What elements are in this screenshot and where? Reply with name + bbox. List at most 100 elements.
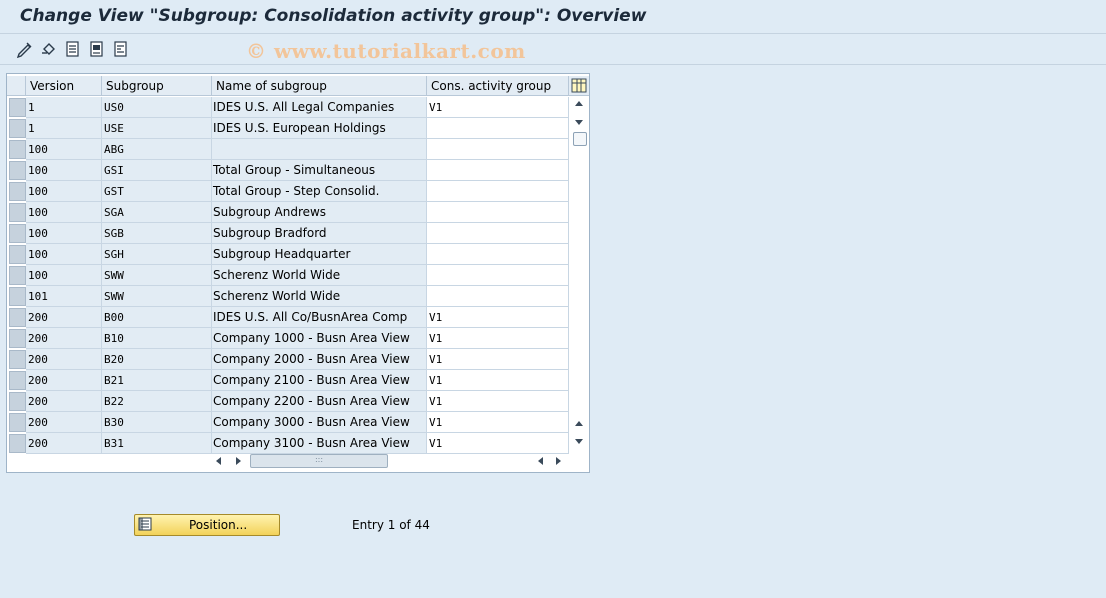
cell-subgroup[interactable]: GST bbox=[102, 181, 212, 202]
cell-version[interactable]: 100 bbox=[26, 139, 102, 160]
table-control: Version Subgroup Name of subgroup Cons. … bbox=[6, 73, 590, 473]
cell-subgroup[interactable]: SGA bbox=[102, 202, 212, 223]
column-header-subgroup[interactable]: Subgroup bbox=[102, 76, 212, 96]
cell-subgroup[interactable]: SGB bbox=[102, 223, 212, 244]
cell-cons-activity-group[interactable] bbox=[427, 139, 569, 160]
cell-subgroup[interactable]: GSI bbox=[102, 160, 212, 181]
scroll-left-icon[interactable] bbox=[216, 457, 221, 465]
row-selector[interactable] bbox=[9, 182, 26, 201]
cell-cons-activity-group[interactable] bbox=[427, 202, 569, 223]
cell-cons-activity-group[interactable] bbox=[427, 118, 569, 139]
cell-cons-activity-group[interactable]: V1 bbox=[427, 328, 569, 349]
cell-cons-activity-group[interactable] bbox=[427, 265, 569, 286]
row-selector[interactable] bbox=[9, 371, 26, 390]
cell-version[interactable]: 200 bbox=[26, 370, 102, 391]
row-selector[interactable] bbox=[9, 203, 26, 222]
cell-version[interactable]: 100 bbox=[26, 265, 102, 286]
change-display-icon[interactable] bbox=[15, 39, 35, 59]
cell-version[interactable]: 100 bbox=[26, 160, 102, 181]
select-block-icon[interactable] bbox=[87, 39, 107, 59]
cell-cons-activity-group[interactable] bbox=[427, 286, 569, 307]
table-settings-icon[interactable] bbox=[569, 76, 589, 96]
row-selector[interactable] bbox=[9, 287, 26, 306]
scroll-page-up-icon[interactable] bbox=[575, 421, 583, 426]
column-header-name[interactable]: Name of subgroup bbox=[212, 76, 427, 96]
undo-icon[interactable] bbox=[39, 39, 59, 59]
cell-name: Total Group - Step Consolid. bbox=[212, 181, 427, 202]
cell-version[interactable]: 200 bbox=[26, 412, 102, 433]
cell-version[interactable]: 100 bbox=[26, 244, 102, 265]
row-selector[interactable] bbox=[9, 140, 26, 159]
row-selector[interactable] bbox=[9, 161, 26, 180]
cell-subgroup[interactable]: B30 bbox=[102, 412, 212, 433]
row-selector[interactable] bbox=[9, 329, 26, 348]
cell-version[interactable]: 100 bbox=[26, 202, 102, 223]
row-selector[interactable] bbox=[9, 434, 26, 453]
cell-version[interactable]: 200 bbox=[26, 307, 102, 328]
cell-subgroup[interactable]: USE bbox=[102, 118, 212, 139]
row-selector[interactable] bbox=[9, 350, 26, 369]
cell-cons-activity-group[interactable]: V1 bbox=[427, 412, 569, 433]
cell-cons-activity-group[interactable]: V1 bbox=[427, 370, 569, 391]
row-selector[interactable] bbox=[9, 98, 26, 117]
watermark: © www.tutorialkart.com bbox=[246, 39, 526, 63]
cell-cons-activity-group[interactable] bbox=[427, 223, 569, 244]
select-all-header[interactable] bbox=[7, 76, 26, 96]
cell-version[interactable]: 200 bbox=[26, 391, 102, 412]
row-selector[interactable] bbox=[9, 245, 26, 264]
row-selector[interactable] bbox=[9, 413, 26, 432]
scroll-right-end-icon[interactable] bbox=[556, 457, 561, 465]
deselect-all-icon[interactable] bbox=[111, 39, 131, 59]
scroll-up-icon[interactable] bbox=[575, 101, 583, 106]
page-title: Change View "Subgroup: Consolidation act… bbox=[20, 6, 647, 26]
cell-subgroup[interactable]: B00 bbox=[102, 307, 212, 328]
cell-subgroup[interactable]: B21 bbox=[102, 370, 212, 391]
row-selector[interactable] bbox=[9, 392, 26, 411]
cell-subgroup[interactable]: ABG bbox=[102, 139, 212, 160]
row-selector[interactable] bbox=[9, 266, 26, 285]
cell-name: Subgroup Headquarter bbox=[212, 244, 427, 265]
select-all-icon[interactable] bbox=[63, 39, 83, 59]
scroll-left-end-icon[interactable] bbox=[538, 457, 543, 465]
scroll-down-icon[interactable] bbox=[575, 120, 583, 125]
cell-version[interactable]: 100 bbox=[26, 223, 102, 244]
cell-cons-activity-group[interactable]: V1 bbox=[427, 391, 569, 412]
cell-version[interactable]: 100 bbox=[26, 181, 102, 202]
cell-subgroup[interactable]: B31 bbox=[102, 433, 212, 454]
cell-subgroup[interactable]: US0 bbox=[102, 97, 212, 118]
cell-subgroup[interactable]: B10 bbox=[102, 328, 212, 349]
cell-version[interactable]: 200 bbox=[26, 328, 102, 349]
cell-cons-activity-group[interactable]: V1 bbox=[427, 307, 569, 328]
cell-version[interactable]: 200 bbox=[26, 349, 102, 370]
table-row: 200 B21 Company 2100 - Busn Area View V1 bbox=[7, 370, 569, 391]
cell-cons-activity-group[interactable]: V1 bbox=[427, 97, 569, 118]
cell-cons-activity-group[interactable] bbox=[427, 244, 569, 265]
position-button[interactable]: Position... bbox=[134, 514, 280, 536]
cell-version[interactable]: 1 bbox=[26, 118, 102, 139]
cell-cons-activity-group[interactable]: V1 bbox=[427, 433, 569, 454]
row-selector[interactable] bbox=[9, 308, 26, 327]
cell-cons-activity-group[interactable] bbox=[427, 160, 569, 181]
cell-name: Scherenz World Wide bbox=[212, 286, 427, 307]
table-row: 100 SWW Scherenz World Wide bbox=[7, 265, 569, 286]
table-row: 1 USE IDES U.S. European Holdings bbox=[7, 118, 569, 139]
cell-subgroup[interactable]: B20 bbox=[102, 349, 212, 370]
cell-subgroup[interactable]: B22 bbox=[102, 391, 212, 412]
cell-version[interactable]: 200 bbox=[26, 433, 102, 454]
row-selector[interactable] bbox=[9, 119, 26, 138]
cell-subgroup[interactable]: SWW bbox=[102, 265, 212, 286]
column-header-version[interactable]: Version bbox=[26, 76, 102, 96]
scroll-thumb[interactable] bbox=[573, 132, 587, 146]
cell-version[interactable]: 101 bbox=[26, 286, 102, 307]
scroll-page-down-icon[interactable] bbox=[575, 439, 583, 444]
cell-version[interactable]: 1 bbox=[26, 97, 102, 118]
column-header-cons-activity-group[interactable]: Cons. activity group bbox=[427, 76, 569, 96]
horizontal-scroll-thumb[interactable]: ::: bbox=[250, 454, 388, 468]
cell-subgroup[interactable]: SWW bbox=[102, 286, 212, 307]
cell-subgroup[interactable]: SGH bbox=[102, 244, 212, 265]
cell-cons-activity-group[interactable]: V1 bbox=[427, 349, 569, 370]
row-selector[interactable] bbox=[9, 224, 26, 243]
cell-cons-activity-group[interactable] bbox=[427, 181, 569, 202]
vertical-scrollbar[interactable] bbox=[571, 96, 589, 452]
scroll-right-icon[interactable] bbox=[236, 457, 241, 465]
